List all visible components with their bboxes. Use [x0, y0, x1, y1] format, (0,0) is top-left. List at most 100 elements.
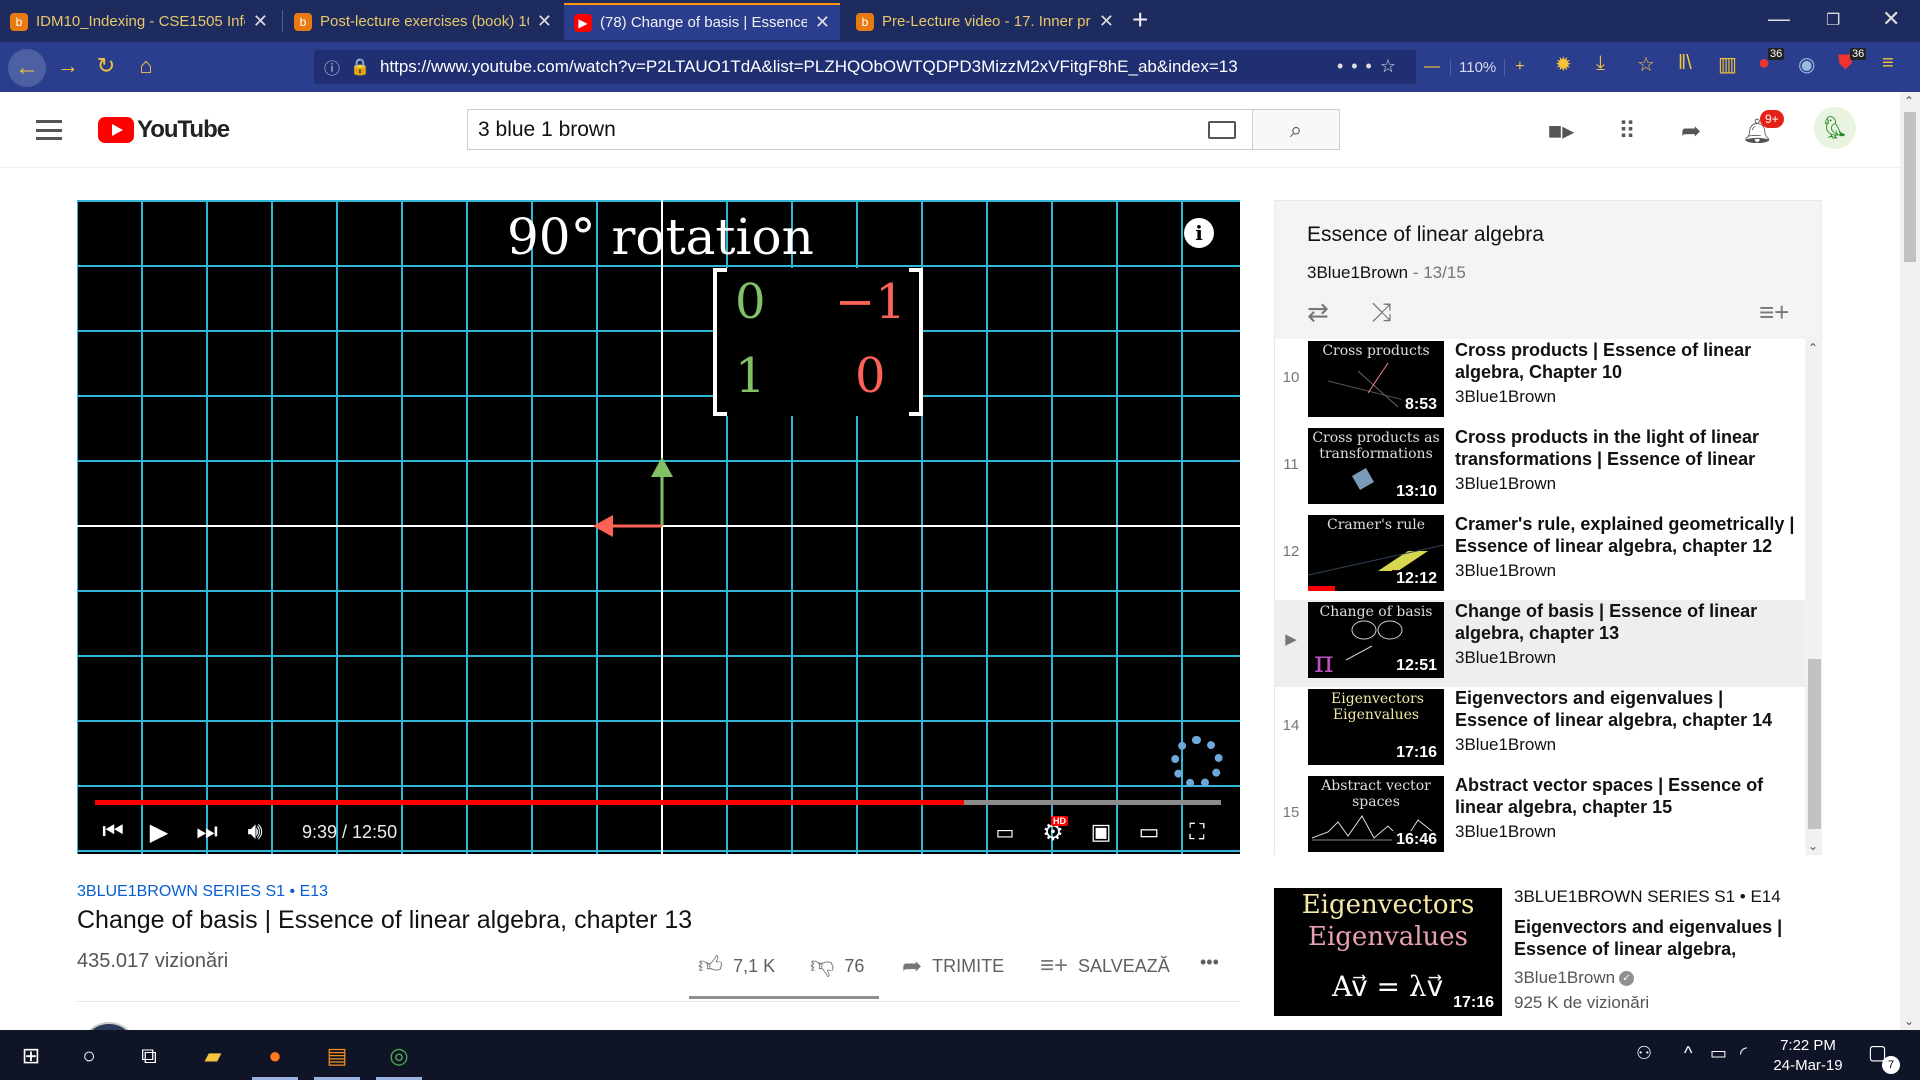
- share-button[interactable]: ➦ TRIMITE: [902, 952, 1004, 981]
- back-button[interactable]: ←: [8, 49, 46, 87]
- up-next-channel[interactable]: 3Blue1Brown ✓: [1514, 968, 1635, 988]
- youtube-logo[interactable]: YouTube: [98, 116, 230, 144]
- miniplayer-icon[interactable]: ▣: [1083, 814, 1119, 850]
- scroll-up-icon[interactable]: ⌃: [1904, 94, 1914, 108]
- download-icon[interactable]: ⤓: [1596, 52, 1605, 75]
- minimize-icon[interactable]: —: [1768, 6, 1790, 32]
- like-button[interactable]: 👍︎ 7,1 K: [698, 952, 775, 980]
- pdf-app-icon[interactable]: ▤: [314, 1036, 360, 1080]
- volume-icon[interactable]: 🔊︎: [237, 814, 273, 850]
- playlist-channel[interactable]: 3Blue1Brown: [1307, 263, 1408, 282]
- fullscreen-icon[interactable]: ⛶: [1179, 814, 1215, 850]
- browser-tab[interactable]: b Pre-Lecture video - 17. Inner pr ✕: [846, 3, 1124, 40]
- apps-grid-icon[interactable]: ⠿: [1612, 116, 1642, 146]
- zoom-out-icon[interactable]: —: [1424, 58, 1440, 76]
- new-tab-button[interactable]: +: [1132, 4, 1148, 36]
- save-button[interactable]: ≡+ SALVEAZĂ: [1040, 952, 1170, 980]
- restore-icon[interactable]: ❐: [1826, 10, 1840, 30]
- create-video-icon[interactable]: ■▸: [1546, 116, 1576, 146]
- playlist-item-title[interactable]: Cramer's rule, explained geometrically |…: [1455, 513, 1800, 557]
- scroll-up-icon[interactable]: ⌃: [1808, 341, 1818, 355]
- up-next-thumbnail[interactable]: Eigenvectors Eigenvalues Av⃗ = λv⃗ 17:16: [1274, 888, 1502, 1016]
- playlist-item[interactable]: 15 Abstract vector spaces 16:46 Abstract…: [1275, 774, 1805, 855]
- video-thumbnail[interactable]: Eigenvectors Eigenvalues 17:16: [1308, 689, 1444, 765]
- close-tab-icon[interactable]: ✕: [253, 11, 268, 32]
- subtitles-icon[interactable]: ▭: [987, 814, 1023, 850]
- video-player[interactable]: 0 −1 1 0 90° rotation i ⏮ ▶ ⏭ 🔊︎ 9:39 / …: [77, 200, 1240, 854]
- search-button[interactable]: ⌕: [1252, 109, 1340, 150]
- forward-icon[interactable]: →: [52, 50, 84, 82]
- playlist-item-title[interactable]: Cross products in the light of linear tr…: [1455, 426, 1800, 470]
- playlist-item[interactable]: 10 Cross products 8:53 Cross products | …: [1275, 339, 1805, 426]
- browser-tab-active[interactable]: ▶ (78) Change of basis | Essence o ✕: [564, 3, 840, 40]
- user-avatar[interactable]: 🦜︎: [1814, 107, 1856, 149]
- video-thumbnail[interactable]: Cross products 8:53: [1308, 341, 1444, 417]
- video-thumbnail[interactable]: π Change of basis 12:51: [1308, 602, 1444, 678]
- playlist-item[interactable]: 14 Eigenvectors Eigenvalues 17:16 Eigenv…: [1275, 687, 1805, 774]
- cortana-search-icon[interactable]: ○: [66, 1036, 112, 1076]
- playlist-item-title[interactable]: Cross products | Essence of linear algeb…: [1455, 339, 1800, 383]
- chrome-icon[interactable]: ◎: [376, 1036, 422, 1080]
- loop-icon[interactable]: ⇄: [1307, 297, 1329, 328]
- playlist-item[interactable]: 12 Cramer's rule 12:12 Cramer's rule, ex…: [1275, 513, 1805, 600]
- previous-video-icon[interactable]: ⏮: [95, 814, 131, 850]
- sidebar-icon[interactable]: ▥: [1718, 52, 1737, 77]
- close-tab-icon[interactable]: ✕: [1099, 11, 1114, 32]
- firefox-icon[interactable]: ●: [252, 1036, 298, 1080]
- up-next-title[interactable]: Eigenvectors and eigenvalues | Essence o…: [1514, 916, 1804, 960]
- page-scrollbar[interactable]: ⌃ ⌄: [1900, 92, 1920, 1030]
- scrollbar-thumb[interactable]: [1808, 659, 1821, 829]
- browser-tab[interactable]: b IDM10_Indexing - CSE1505 Info ✕: [0, 3, 278, 40]
- close-window-icon[interactable]: ✕: [1882, 6, 1900, 32]
- home-icon[interactable]: ⌂: [130, 50, 162, 82]
- close-tab-icon[interactable]: ✕: [537, 11, 552, 32]
- url-text[interactable]: https://www.youtube.com/watch?v=P2LTAUO1…: [380, 57, 1238, 77]
- more-actions-button[interactable]: •••: [1200, 952, 1219, 973]
- next-video-icon[interactable]: ⏭: [189, 814, 225, 850]
- menu-icon[interactable]: ≡: [1882, 52, 1894, 75]
- zoom-in-icon[interactable]: +: [1515, 58, 1524, 76]
- video-thumbnail[interactable]: Cramer's rule 12:12: [1308, 515, 1444, 591]
- library-icon[interactable]: ‖\: [1678, 52, 1692, 75]
- close-tab-icon[interactable]: ✕: [815, 12, 830, 33]
- dislike-button[interactable]: 👎︎ 76: [810, 952, 864, 980]
- wifi-icon[interactable]: ◜: [1740, 1043, 1747, 1064]
- settings-icon[interactable]: ✹: [1555, 52, 1572, 77]
- theater-mode-icon[interactable]: ▭: [1131, 814, 1167, 850]
- scrollbar-thumb[interactable]: [1904, 112, 1916, 262]
- page-actions-icon[interactable]: •••☆: [1337, 56, 1404, 77]
- progress-bar[interactable]: [95, 800, 1221, 805]
- system-clock[interactable]: 7:22 PM 24-Mar-19: [1768, 1036, 1848, 1076]
- playlist-item-title[interactable]: Change of basis | Essence of linear alge…: [1455, 600, 1800, 644]
- reload-icon[interactable]: ↻: [90, 50, 122, 82]
- task-view-icon[interactable]: ⧉: [126, 1036, 172, 1076]
- playlist-save-icon[interactable]: ≡+: [1759, 297, 1789, 328]
- playlist-item[interactable]: 11 Cross products as transformations 13:…: [1275, 426, 1805, 513]
- keyboard-icon[interactable]: [1208, 121, 1236, 139]
- hamburger-menu-icon[interactable]: [36, 120, 62, 140]
- extension-icon[interactable]: ◉: [1798, 52, 1815, 77]
- playlist-item-current[interactable]: ▶ π Change of basis 12:51 Change of basi…: [1275, 600, 1805, 687]
- url-bar[interactable]: ⓘ 🔒 https://www.youtube.com/watch?v=P2LT…: [314, 50, 1416, 84]
- file-explorer-icon[interactable]: ▰: [190, 1036, 236, 1076]
- shuffle-icon[interactable]: ⤨: [1371, 297, 1392, 329]
- tray-chevron-icon[interactable]: ^: [1684, 1043, 1692, 1064]
- video-thumbnail[interactable]: Cross products as transformations 13:10: [1308, 428, 1444, 504]
- scroll-down-icon[interactable]: ⌄: [1904, 1014, 1914, 1028]
- playlist-item-title[interactable]: Eigenvectors and eigenvalues | Essence o…: [1455, 687, 1800, 731]
- zoom-level[interactable]: 110%: [1450, 58, 1506, 76]
- channel-watermark-icon[interactable]: [1171, 736, 1223, 788]
- bookmark-star-icon[interactable]: ☆: [1637, 52, 1655, 77]
- info-icon[interactable]: ⓘ: [324, 55, 340, 79]
- playlist-scrollbar[interactable]: ⌃ ⌄: [1806, 339, 1822, 855]
- series-link[interactable]: 3BLUE1BROWN SERIES S1 • E13: [77, 883, 328, 901]
- info-card-icon[interactable]: i: [1184, 218, 1214, 248]
- search-input[interactable]: [467, 109, 1253, 150]
- windows-start-icon[interactable]: ⊞: [8, 1036, 54, 1076]
- battery-icon[interactable]: ▭: [1710, 1043, 1727, 1064]
- video-thumbnail[interactable]: Abstract vector spaces 16:46: [1308, 776, 1444, 852]
- scroll-down-icon[interactable]: ⌄: [1808, 839, 1818, 853]
- messages-icon[interactable]: ➦: [1676, 116, 1706, 146]
- play-button[interactable]: ▶: [141, 814, 177, 850]
- browser-tab[interactable]: b Post-lecture exercises (book) 10 ✕: [284, 3, 562, 40]
